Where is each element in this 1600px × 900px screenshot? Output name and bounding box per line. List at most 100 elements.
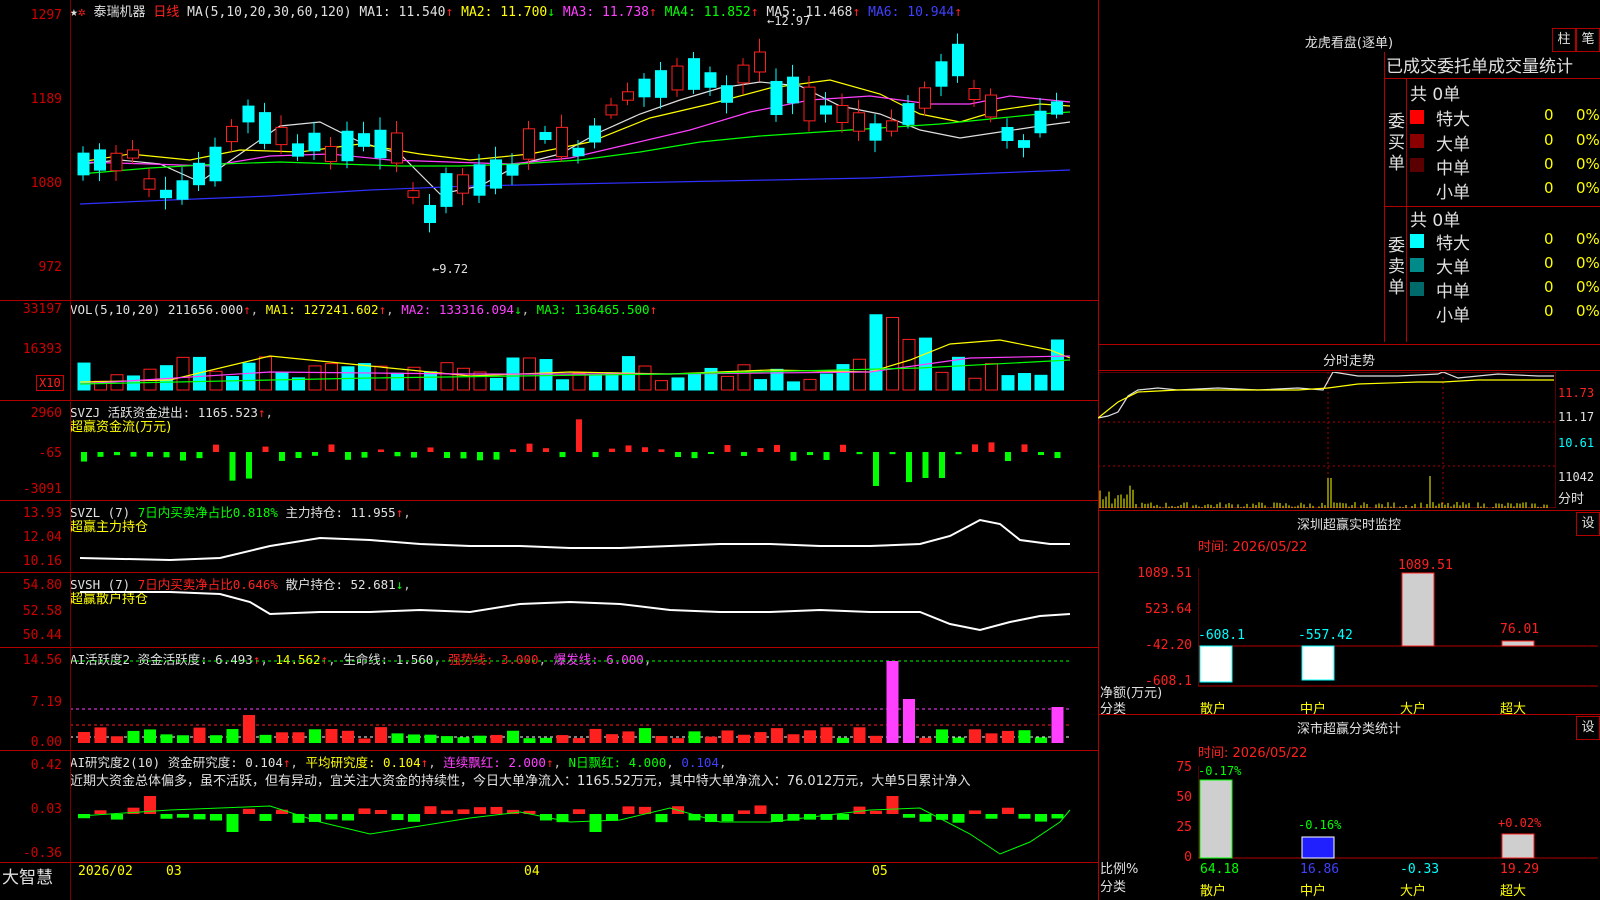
svzl-chart[interactable] bbox=[70, 500, 1098, 572]
research-bar bbox=[375, 809, 387, 814]
intraday-chart[interactable] bbox=[1098, 372, 1556, 508]
volume-bar bbox=[457, 367, 470, 391]
sz-class-change: -0.16% bbox=[1298, 818, 1342, 832]
sz-monitor-time: 时间: 2026/05/22 bbox=[1198, 540, 1308, 555]
fund-flow-bar bbox=[774, 444, 780, 452]
research-bar bbox=[259, 814, 272, 821]
candle bbox=[572, 147, 585, 157]
research-bar bbox=[391, 814, 404, 821]
ai-activity-chart[interactable] bbox=[70, 647, 1098, 750]
activity-bar bbox=[309, 729, 321, 743]
buy-row-count: 0 bbox=[1544, 179, 1554, 197]
svzl-pane[interactable]: SVZL (7) 7日内买卖净占比0.818% 主力持仓: 11.955↑, 超… bbox=[0, 500, 1098, 573]
volume-chart[interactable] bbox=[70, 300, 1098, 400]
svsh-pane[interactable]: SVSH (7) 7日内买卖净占比0.646% 散户持仓: 52.681↓, 超… bbox=[0, 572, 1098, 648]
sz-monitor-value: -557.42 bbox=[1298, 628, 1353, 643]
candle bbox=[94, 149, 106, 171]
svzj-pane[interactable]: SVZJ 活跃资金进出: 1165.523↑, 超赢资金流(万元) 2960 -… bbox=[0, 400, 1098, 501]
candle bbox=[688, 58, 700, 90]
fund-flow-bar bbox=[922, 452, 929, 478]
sz-monitor-axis-label: 1089.51 bbox=[1137, 566, 1192, 581]
fund-flow-bar bbox=[559, 452, 566, 458]
svzl-axis-label: 10.16 bbox=[22, 554, 62, 569]
buy-row-count: 0 bbox=[1544, 106, 1554, 124]
sz-monitor-chart[interactable] bbox=[1198, 568, 1600, 696]
research-bar bbox=[111, 814, 123, 820]
fund-flow-bar bbox=[394, 452, 401, 457]
candlestick-chart[interactable] bbox=[70, 14, 1098, 294]
research-bar bbox=[589, 814, 602, 832]
candle bbox=[176, 180, 189, 200]
activity-bar bbox=[705, 736, 717, 743]
ai-research-pane[interactable]: AI研究度2(10) 资金研究度: 0.104↑, 平均研究度: 0.104↑,… bbox=[0, 750, 1098, 863]
fund-flow-bar bbox=[675, 452, 681, 458]
research-bar bbox=[457, 809, 470, 814]
sz-monitor-settings-button[interactable]: 设 bbox=[1576, 512, 1600, 536]
price-pane[interactable]: ★✲ 泰瑞机器 日线 MA(5,10,20,30,60,120) MA1: 11… bbox=[0, 0, 1098, 301]
svzj-axis-label: 2960 bbox=[30, 406, 62, 421]
research-bar bbox=[358, 808, 371, 814]
volume-bar bbox=[869, 314, 883, 391]
tick-mode-button[interactable]: 笔 bbox=[1576, 28, 1600, 52]
fund-flow-bar bbox=[708, 452, 714, 455]
fund-flow-bar bbox=[889, 452, 896, 455]
svsh-chart[interactable] bbox=[70, 572, 1098, 647]
volume-bar bbox=[539, 359, 553, 391]
research-bar bbox=[1002, 807, 1014, 814]
xl-buy-swatch bbox=[1410, 110, 1424, 124]
intraday-axis-label: 11.73 bbox=[1558, 386, 1595, 400]
svzj-chart[interactable] bbox=[70, 400, 1098, 500]
research-bar bbox=[474, 807, 486, 814]
svsh-axis-label: 54.80 bbox=[22, 578, 62, 593]
fund-flow-bar bbox=[493, 452, 500, 460]
candle bbox=[886, 120, 898, 132]
volume-bar bbox=[275, 372, 289, 391]
ai2-axis-label: 0.03 bbox=[30, 802, 62, 817]
fund-flow-bar bbox=[345, 452, 351, 460]
sz-monitor-value: 1089.51 bbox=[1398, 558, 1453, 573]
ai1-axis-label: 14.56 bbox=[22, 653, 62, 668]
fund-flow-bar bbox=[411, 452, 417, 458]
activity-bar bbox=[193, 727, 206, 743]
l-buy-swatch bbox=[1410, 134, 1424, 148]
volume-bar bbox=[638, 365, 652, 391]
activity-bar bbox=[589, 728, 602, 743]
fund-flow-bar bbox=[576, 419, 582, 452]
bar-mode-button[interactable]: 柱 bbox=[1552, 28, 1576, 52]
price-axis-label: 1297 bbox=[30, 8, 62, 23]
fund-flow-bar bbox=[1021, 444, 1028, 452]
activity-bar bbox=[672, 738, 684, 743]
fund-flow-bar bbox=[229, 452, 236, 481]
activity-bar bbox=[655, 736, 668, 743]
lhb-tabs[interactable]: 已成交委托单成交量统计 bbox=[1386, 52, 1573, 77]
chart-area[interactable]: ★✲ 泰瑞机器 日线 MA(5,10,20,30,60,120) MA1: 11… bbox=[0, 0, 1098, 900]
candle bbox=[127, 149, 139, 159]
volume-pane[interactable]: VOL(5,10,20) 211656.000↑, MA1: 127241.60… bbox=[0, 300, 1098, 401]
volume-bar bbox=[968, 377, 982, 391]
activity-bar bbox=[177, 735, 189, 743]
activity-bar bbox=[936, 729, 948, 743]
activity-bar bbox=[111, 736, 123, 743]
fund-flow-bar bbox=[295, 452, 302, 458]
candle bbox=[836, 105, 849, 123]
candle bbox=[1051, 101, 1063, 115]
activity-bar bbox=[342, 730, 354, 743]
fund-flow-bar bbox=[526, 443, 533, 452]
activity-bar bbox=[325, 728, 338, 743]
activity-bar bbox=[787, 734, 800, 743]
ai-research-chart[interactable] bbox=[70, 750, 1098, 862]
candle bbox=[226, 125, 238, 143]
fund-flow-bar bbox=[460, 452, 467, 459]
sz-monitor-axis-label: 523.64 bbox=[1145, 602, 1192, 617]
research-bar bbox=[952, 814, 965, 823]
research-bar bbox=[985, 814, 998, 819]
candle bbox=[853, 112, 865, 132]
sz-class-chart[interactable] bbox=[1198, 766, 1600, 862]
volume-bar bbox=[935, 371, 949, 391]
ai-activity-pane[interactable]: AI活跃度2 资金活跃度: 6.493↑, 14.562↑, 生命线: 1.56… bbox=[0, 647, 1098, 751]
activity-bar bbox=[94, 727, 107, 743]
volume-bar bbox=[77, 362, 91, 391]
sz-class-settings-button[interactable]: 设 bbox=[1576, 716, 1600, 740]
fund-flow-bar bbox=[361, 452, 368, 458]
fund-flow-bar bbox=[972, 444, 978, 452]
